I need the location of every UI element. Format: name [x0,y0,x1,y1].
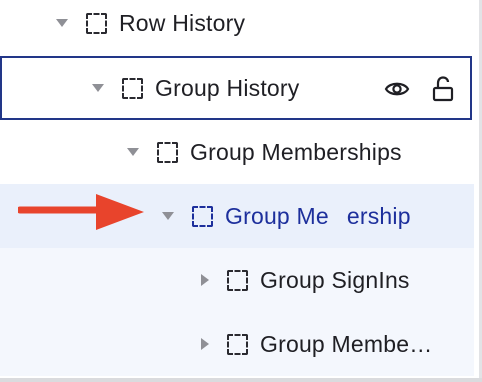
collapsed-caret-icon[interactable] [201,274,209,286]
eye-icon[interactable] [384,79,410,99]
dashed-frame-icon [227,333,248,355]
dashed-frame-icon [122,77,143,99]
panel-bottom-rule [0,378,482,382]
tree-row-label-right: ership [346,202,411,229]
tree-row-label: Row History [119,9,246,36]
dashed-frame-icon [157,141,178,163]
tree-row-label: Group History [155,74,300,101]
tree-row-row-history[interactable]: Row History [0,0,474,55]
layers-tree: Row History Group History Group Membersh [0,0,482,382]
tree-row-label: Group SignIns [260,266,410,293]
expand-caret-icon[interactable] [92,84,104,92]
unlock-icon[interactable] [432,76,454,102]
tree-row-label-left: Group Me [225,202,329,229]
expand-caret-icon[interactable] [56,19,68,27]
dashed-frame-icon [86,12,107,34]
tree-row-group-signins[interactable]: Group SignIns [0,248,474,312]
tree-row-label: Group Membe… [260,330,433,357]
tree-row-group-membe-truncated[interactable]: Group Membe… [0,312,474,376]
dashed-frame-icon [192,205,213,227]
expand-caret-icon[interactable] [162,212,174,220]
red-arrow-icon [18,194,144,230]
tree-row-group-history[interactable]: Group History [0,56,472,120]
expand-caret-icon[interactable] [127,148,139,156]
tree-row-group-memberships[interactable]: Group Memberships [0,120,474,184]
collapsed-caret-icon[interactable] [201,338,209,350]
dashed-frame-icon [227,269,248,291]
tree-row-label: Group Memberships [190,138,402,165]
row-actions [384,76,454,102]
